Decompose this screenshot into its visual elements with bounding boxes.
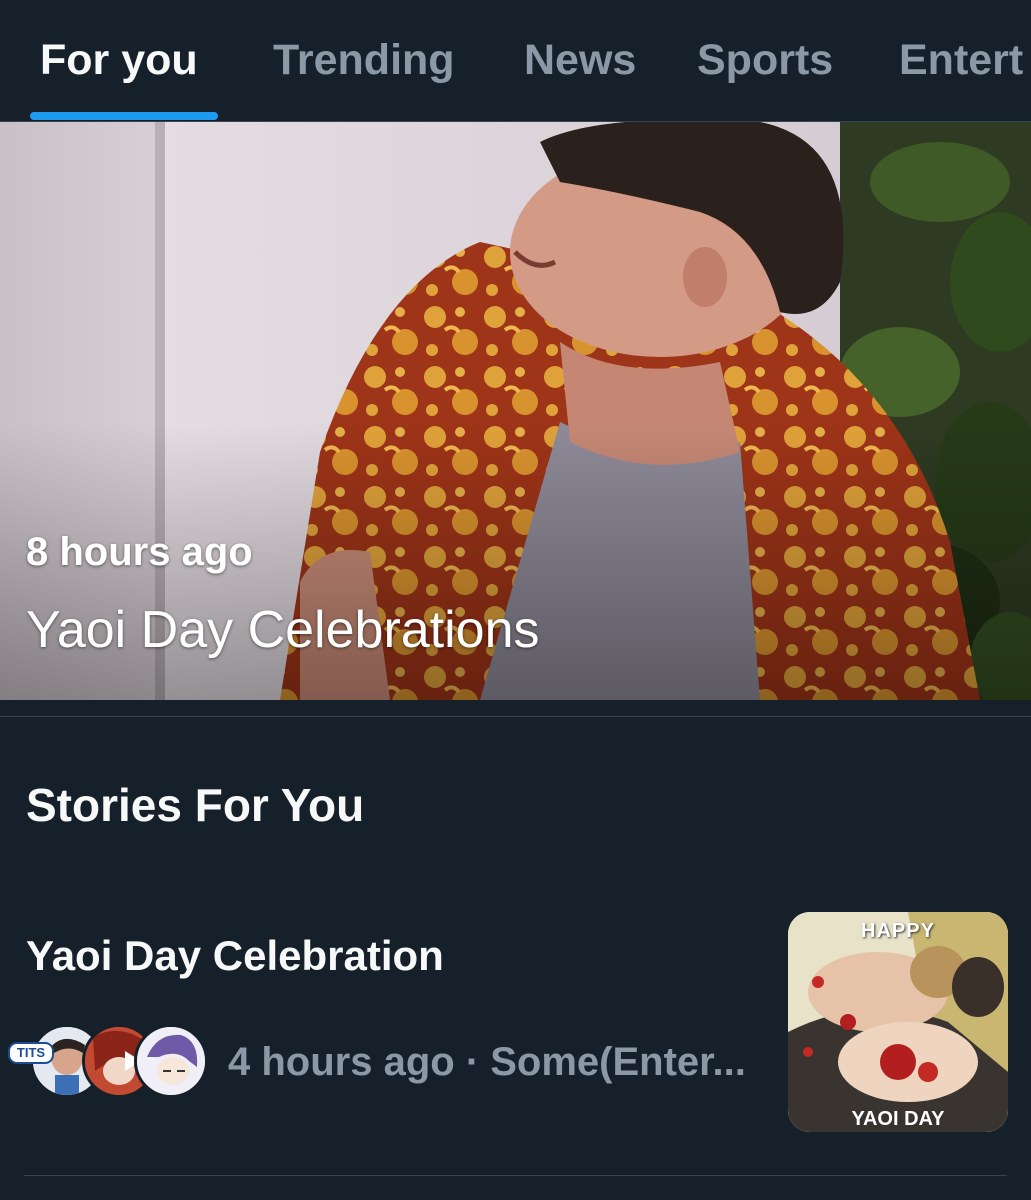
story-meta: 4 hours ago · Some(Enter... [228,1040,746,1084]
explore-tab-bar: For you Trending News Sports Entert [0,0,1031,122]
tab-trending[interactable]: Trending [273,36,455,85]
section-title: Stories For You [26,779,365,831]
divider [0,716,1031,717]
divider [24,1175,1007,1176]
story-title[interactable]: Yaoi Day Celebration [26,932,444,980]
hero-timestamp: 8 hours ago [26,530,253,574]
avatar-stack [30,1024,208,1098]
tab-for-you[interactable]: For you [40,36,198,85]
story-thumbnail[interactable]: HAPPY YAOI DAY [788,912,1008,1132]
thumbnail-bottom-text: YAOI DAY [851,1108,945,1130]
tab-sports[interactable]: Sports [697,36,833,85]
story-thumbnail-image [788,912,1008,1132]
thumbnail-top-text: HAPPY [861,920,935,942]
tab-entertainment[interactable]: Entert [899,36,1023,85]
tab-news[interactable]: News [524,36,636,85]
hero-title[interactable]: Yaoi Day Celebrations [26,600,540,660]
avatar-badge: TITS [8,1042,54,1064]
active-tab-indicator [30,112,218,120]
avatar [134,1024,208,1098]
story-item[interactable]: Yaoi Day Celebration TITS 4 hours ago · … [0,900,1031,1170]
